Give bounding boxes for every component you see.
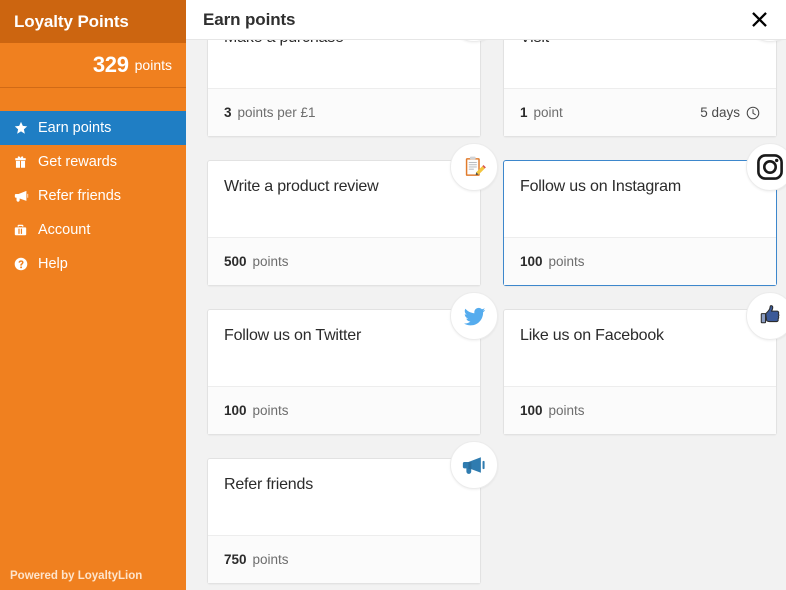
sidebar-item-label: Get rewards [38, 154, 117, 170]
card-footer: 100 points [504, 237, 776, 285]
points-balance-value: 329 [92, 52, 129, 77]
sidebar-header: Loyalty Points [0, 0, 186, 43]
card-points-label: point [533, 105, 563, 120]
sidebar-item-label: Refer friends [38, 188, 122, 204]
earn-points-card-grid: Make a purchase 3 points per £1 [186, 40, 786, 584]
star-icon [14, 121, 34, 135]
card-footer: 1 point 5 days [504, 88, 776, 136]
card-footer: 100 points [504, 386, 776, 434]
card-points-value: 1 [520, 105, 528, 120]
card-title: Refer friends [224, 476, 313, 493]
card-body: Like us on Facebook [504, 310, 776, 386]
sidebar-item-refer-friends[interactable]: Refer friends [0, 179, 186, 213]
thumbs-up-icon [746, 292, 786, 340]
points-balance: 329 points [0, 43, 186, 88]
earn-card-like-us-on-facebook[interactable]: Like us on Facebook 100 points [503, 292, 786, 435]
card-points-value: 100 [520, 403, 543, 418]
points-balance-unit: points [134, 57, 172, 73]
sidebar-item-label: Earn points [38, 120, 112, 136]
clipboard-pencil-icon [450, 143, 498, 191]
card-points-value: 100 [224, 403, 247, 418]
card-points: 100 points [224, 403, 289, 418]
sidebar-title: Loyalty Points [14, 11, 129, 31]
clock-icon [746, 106, 760, 120]
question-circle-icon [14, 257, 34, 271]
card-points-value: 3 [224, 105, 232, 120]
sidebar-item-help[interactable]: Help [0, 247, 186, 281]
card-points-label: points [252, 552, 289, 567]
cards-scroll-area[interactable]: Make a purchase 3 points per £1 [186, 40, 786, 590]
sidebar-item-label: Help [38, 256, 68, 272]
card-body: Follow us on Twitter [208, 310, 480, 386]
card-points: 3 points per £1 [224, 105, 316, 120]
earn-card-visit[interactable]: Visit 1 point 5 days [503, 40, 786, 137]
card-title: Write a product review [224, 178, 379, 195]
twitter-icon [450, 292, 498, 340]
card-footer: 500 points [208, 237, 480, 285]
card-points-label: points [252, 403, 289, 418]
card-body: Write a product review [208, 161, 480, 237]
card-points: 500 points [224, 254, 289, 269]
sidebar: Loyalty Points 329 points Earn points Ge… [0, 0, 186, 590]
gift-icon [14, 155, 34, 169]
sidebar-item-account[interactable]: Account [0, 213, 186, 247]
card-title: Make a purchase [224, 40, 344, 47]
megaphone-icon [14, 189, 34, 203]
card-meta-text: 5 days [700, 105, 740, 120]
sidebar-item-label: Account [38, 222, 91, 238]
loyalty-widget: Loyalty Points 329 points Earn points Ge… [0, 0, 786, 590]
card-points: 100 points [520, 403, 585, 418]
main-header: Earn points [186, 0, 786, 40]
main-panel: Earn points 3 points per £1 1 point 5 da… [186, 0, 786, 590]
card-points-value: 100 [520, 254, 543, 269]
sidebar-item-earn-points[interactable]: Earn points [0, 111, 186, 145]
powered-by-label: Powered by LoyaltyLion [10, 570, 143, 582]
card-points: 1 point [520, 105, 563, 120]
card-body: Make a purchase [208, 40, 480, 88]
card-footer: 100 points [208, 386, 480, 434]
card-title: Visit [520, 40, 549, 47]
card-points-value: 750 [224, 552, 247, 567]
card-title: Follow us on Twitter [224, 327, 362, 344]
instagram-icon [746, 143, 786, 191]
briefcase-icon [14, 223, 34, 237]
card-footer: 750 points [208, 535, 480, 583]
card-points-label: points per £1 [237, 105, 316, 120]
card-points-label: points [252, 254, 289, 269]
earn-card-write-a-product-review[interactable]: Write a product review 500 points [207, 143, 498, 286]
card-points: 100 points [520, 254, 585, 269]
card-title: Like us on Facebook [520, 327, 664, 344]
card-title: Follow us on Instagram [520, 178, 682, 195]
card-points-label: points [548, 403, 585, 418]
card-footer: 3 points per £1 [208, 88, 480, 136]
earn-card-follow-us-on-twitter[interactable]: Follow us on Twitter 100 points [207, 292, 498, 435]
sidebar-nav: Earn points Get rewards Refer friends Ac… [0, 111, 186, 281]
page-title: Earn points [203, 9, 296, 29]
card-meta: 5 days [700, 105, 760, 120]
card-points: 750 points [224, 552, 289, 567]
megaphone-icon [450, 441, 498, 489]
card-points-label: points [548, 254, 585, 269]
earn-card-refer-friends[interactable]: Refer friends 750 points [207, 441, 498, 584]
card-body: Refer friends [208, 459, 480, 535]
earn-card-make-a-purchase[interactable]: Make a purchase 3 points per £1 [207, 40, 498, 137]
card-points-value: 500 [224, 254, 247, 269]
close-icon[interactable] [746, 7, 772, 33]
earn-card-follow-us-on-instagram[interactable]: Follow us on Instagram 100 points [503, 143, 786, 286]
card-body: Follow us on Instagram [504, 161, 776, 237]
card-body: Visit [504, 40, 776, 88]
sidebar-item-get-rewards[interactable]: Get rewards [0, 145, 186, 179]
